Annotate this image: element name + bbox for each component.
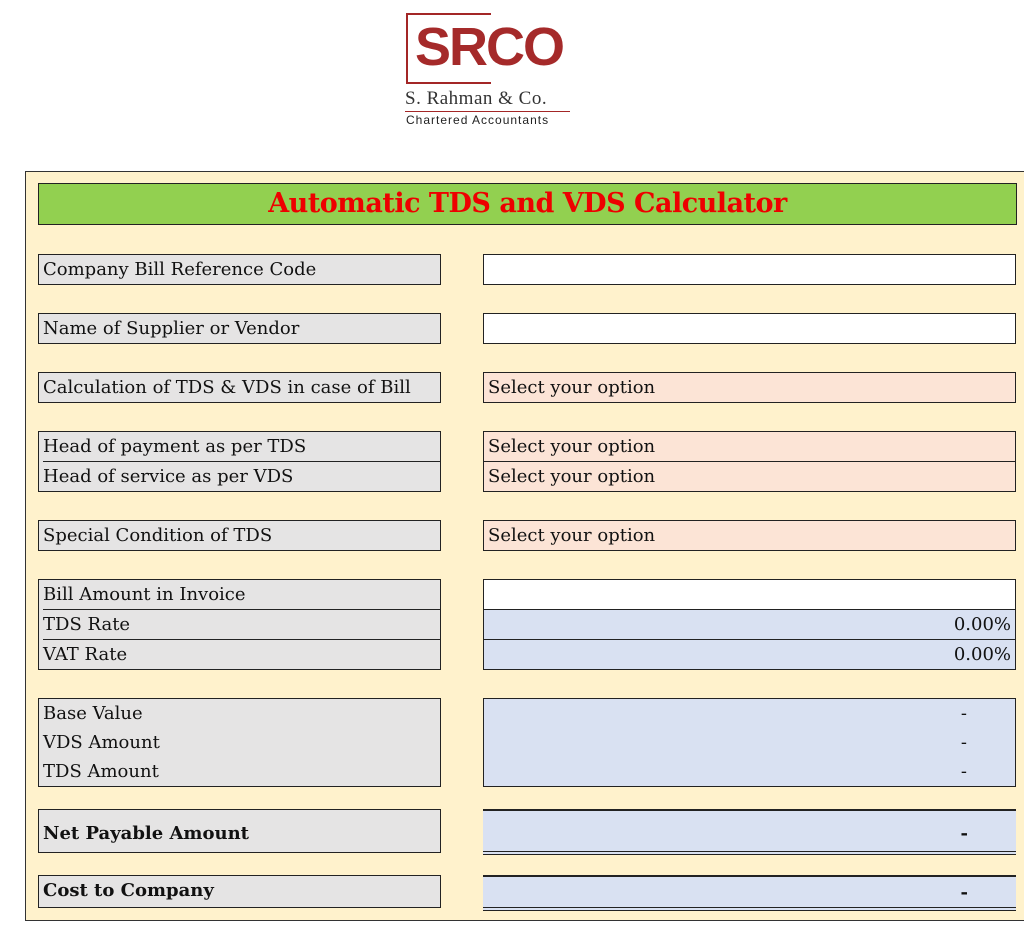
base-value: - [960, 703, 967, 724]
calc-case-selected[interactable]: Select your option [484, 373, 1015, 402]
bill-ref-label-text: Company Bill Reference Code [43, 259, 317, 280]
cost-to-company-value: - [483, 875, 1016, 911]
amount-rates-values: 0.00% 0.00% [483, 579, 1016, 670]
vat-rate-label: VAT Rate [43, 639, 440, 669]
cost-to-company-label-text: Cost to Company [43, 880, 214, 901]
bill-amount-input[interactable] [484, 580, 1015, 609]
calculator-panel: Automatic TDS and VDS Calculator Company… [25, 171, 1024, 921]
supplier-label: Name of Supplier or Vendor [38, 313, 441, 344]
head-vds-dropdown[interactable]: Select your option [484, 461, 1015, 491]
bill-ref-input[interactable] [483, 254, 1016, 285]
special-tds-selected[interactable]: Select your option [484, 521, 1015, 550]
head-group-dropdowns: Select your option Select your option [483, 431, 1016, 492]
head-vds-label: Head of service as per VDS [43, 461, 440, 491]
company-logo: SRCO S. Rahman & Co. Chartered Accountan… [405, 12, 575, 130]
bill-ref-label: Company Bill Reference Code [38, 254, 441, 285]
vat-rate-value: 0.00% [484, 639, 1015, 669]
net-payable-label-text: Net Payable Amount [43, 823, 249, 844]
bill-ref-value[interactable] [484, 255, 1015, 284]
computed-labels: Base Value VDS Amount TDS Amount [38, 698, 441, 787]
net-payable-label: Net Payable Amount [38, 809, 441, 853]
logo-divider [405, 111, 570, 112]
special-tds-label-text: Special Condition of TDS [43, 525, 273, 546]
cost-to-company-label: Cost to Company [38, 875, 441, 908]
amount-rates-labels: Bill Amount in Invoice TDS Rate VAT Rate [38, 579, 441, 670]
bill-amount-label: Bill Amount in Invoice [43, 584, 246, 605]
head-group-label: Head of payment as per TDS Head of servi… [38, 431, 441, 492]
head-tds-label: Head of payment as per TDS [43, 436, 307, 457]
base-value-label: Base Value [43, 703, 143, 724]
logo-subtitle: Chartered Accountants [406, 113, 550, 127]
head-tds-dropdown[interactable]: Select your option [484, 432, 1015, 461]
tds-amount-label: TDS Amount [43, 761, 159, 782]
calculator-title: Automatic TDS and VDS Calculator [38, 183, 1017, 225]
logo-mark: SRCO [415, 17, 565, 77]
calc-case-dropdown[interactable]: Select your option [483, 372, 1016, 403]
supplier-label-text: Name of Supplier or Vendor [43, 318, 300, 339]
special-tds-dropdown[interactable]: Select your option [483, 520, 1016, 551]
computed-values: - - - [483, 698, 1016, 787]
calc-case-label-text: Calculation of TDS & VDS in case of Bill [43, 377, 411, 398]
supplier-value[interactable] [484, 314, 1015, 343]
calc-case-label: Calculation of TDS & VDS in case of Bill [38, 372, 441, 403]
tds-amount: - [960, 761, 967, 782]
tds-rate-value: 0.00% [484, 609, 1015, 639]
special-tds-label: Special Condition of TDS [38, 520, 441, 551]
net-payable-value: - [483, 809, 1016, 855]
logo-firm-name: S. Rahman & Co. [405, 88, 548, 109]
vds-amount-label: VDS Amount [43, 732, 160, 753]
tds-rate-label: TDS Rate [43, 609, 440, 639]
vds-amount: - [960, 732, 967, 753]
supplier-input[interactable] [483, 313, 1016, 344]
